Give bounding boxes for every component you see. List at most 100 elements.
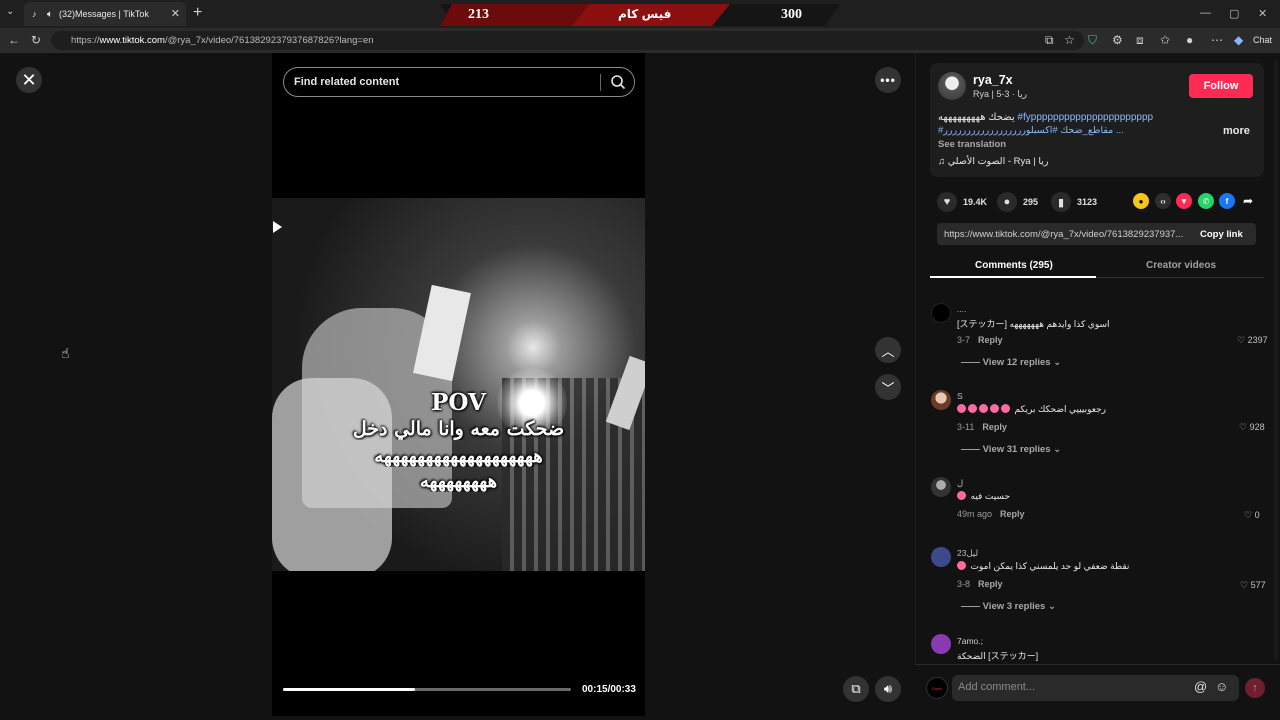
see-translation-link[interactable]: See translation [938, 139, 1006, 150]
address-bar[interactable]: https://www.tiktok.com/@rya_7x/video/761… [51, 31, 1084, 50]
maximize-icon[interactable]: ▢ [1229, 7, 1239, 20]
current-user-avatar[interactable]: Gavin [926, 677, 948, 699]
comment-meta: 3-8 Reply [957, 579, 1003, 589]
comment-placeholder: Add comment... [958, 681, 1036, 693]
copy-link-button[interactable]: Copy link [1200, 229, 1243, 240]
avatar[interactable] [931, 547, 951, 567]
video-link[interactable]: https://www.tiktok.com/@rya_7x/video/761… [944, 229, 1192, 240]
comment-text-row: رجعوبيييي اضحكك بريكم [957, 404, 1106, 415]
reply-button[interactable]: Reply [982, 422, 1007, 432]
more-icon[interactable]: ••• [875, 67, 901, 93]
comment-like[interactable]: ♡ 577 [1240, 580, 1266, 591]
view-replies-label: View 12 replies [982, 357, 1051, 368]
score-left: 213 [468, 7, 489, 22]
video-progress-bar[interactable] [283, 688, 571, 691]
scrollbar[interactable] [1274, 60, 1278, 660]
tab-list-chevron-icon[interactable]: ⌄ [6, 6, 14, 17]
avatar[interactable] [931, 390, 951, 410]
avatar[interactable] [931, 634, 951, 654]
emoji-picker-icon[interactable]: ☺ [1215, 679, 1228, 694]
search-icon[interactable] [610, 74, 626, 90]
save-button[interactable]: ▮ 3123 [1051, 192, 1097, 212]
volume-icon[interactable]: 🔊︎ [875, 676, 901, 702]
video-caption-line: هههههههههههههههههههه [374, 446, 543, 467]
comment-like[interactable]: ♡ 0 [1244, 510, 1260, 521]
video-card [413, 284, 471, 382]
window-close-icon[interactable]: ✕ [1258, 7, 1267, 20]
comment-author[interactable]: S [957, 391, 963, 401]
view-replies-button[interactable]: —— View 31 replies ⌄ [961, 444, 1061, 455]
back-icon[interactable]: ← [8, 33, 20, 47]
comment-date: 3-7 [957, 335, 971, 345]
speaker-icon[interactable]: 🔈︎ [47, 9, 53, 20]
comment-like[interactable]: ♡ 928 [1239, 422, 1265, 433]
hashtag-link[interactable]: #fypppppppppppppppppppppp [1017, 112, 1153, 123]
whatsapp-icon[interactable]: ✆ [1198, 193, 1214, 209]
hashtag-link[interactable]: #مقاطع_ضحك #اكسبلورررررررررررررررررر ... [938, 125, 1124, 136]
browser-menu-icon[interactable]: ⋯ [1211, 33, 1223, 47]
chat-label[interactable]: Chat [1253, 35, 1272, 45]
pip-icon[interactable]: ⧉ [843, 676, 869, 702]
search-input[interactable]: Find related content [283, 67, 635, 97]
shield-icon[interactable]: ⛉ [1088, 33, 1097, 48]
view-replies-label: View 31 replies [982, 444, 1051, 455]
tab-close-icon[interactable]: ✕ [171, 7, 180, 20]
favorites-icon[interactable]: ✩ [1160, 33, 1170, 47]
view-replies-button[interactable]: —— View 12 replies ⌄ [961, 357, 1061, 368]
post-comment-button[interactable]: ↑ [1245, 678, 1265, 698]
mention-icon[interactable]: @ [1194, 679, 1207, 694]
comment-input[interactable]: Add comment... @ ☺ [952, 675, 1239, 701]
like-button[interactable]: ♥ 19.4K [937, 192, 987, 212]
reply-button[interactable]: Reply [978, 579, 1003, 589]
more-button[interactable]: more [1223, 125, 1250, 137]
comment-author[interactable]: .... [957, 304, 966, 314]
music-link[interactable]: ♫ الصوت الأصلي - Rya | ريا [938, 156, 1048, 167]
follow-button[interactable]: Follow [1189, 74, 1253, 98]
facebook-icon[interactable]: f [1219, 193, 1235, 209]
avatar[interactable] [938, 72, 966, 100]
comment-count: 295 [1023, 197, 1039, 207]
comment-like-count: 2397 [1247, 335, 1268, 345]
save-count: 3123 [1077, 197, 1098, 207]
username[interactable]: rya_7x [973, 73, 1013, 87]
avatar[interactable] [931, 477, 951, 497]
emoji-icon [957, 561, 966, 570]
tab-title: (32)Messages | TikTok [59, 9, 149, 19]
comment-author[interactable]: 7amo.; [957, 636, 983, 646]
tab-creator-videos[interactable]: Creator videos [1146, 260, 1216, 271]
coin-icon[interactable]: ● [1133, 193, 1149, 209]
emoji-icon [957, 404, 966, 413]
comment-like[interactable]: ♡ 2397 [1237, 335, 1268, 346]
open-app-icon[interactable]: ⧉ [1045, 33, 1054, 48]
description-text: يضحك هههههههههه [938, 112, 1018, 123]
comment-author[interactable]: ليل23 [957, 548, 978, 559]
video-frame [272, 198, 645, 571]
profile-avatar-icon[interactable]: ● [1186, 33, 1193, 47]
refresh-icon[interactable]: ↻ [31, 33, 41, 47]
heart-outline-icon: ♡ [1244, 510, 1255, 520]
reply-button[interactable]: Reply [978, 335, 1003, 345]
send-icon[interactable]: ▼ [1176, 193, 1192, 209]
author-subline: Rya | ريا · 3-5 [973, 89, 1027, 99]
avatar[interactable] [931, 303, 951, 323]
comment-meta: 3-7 Reply [957, 335, 1003, 345]
score-right: 300 [781, 7, 802, 22]
post-description: يضحك هههههههههه #fyppppppppppppppppppppp… [938, 112, 1194, 123]
favorite-star-icon[interactable]: ☆ [1064, 33, 1075, 47]
chevron-down-icon[interactable]: ﹀ [875, 374, 901, 400]
reply-button[interactable]: Reply [1000, 509, 1025, 519]
extension-icon[interactable]: ⚙ [1112, 33, 1123, 47]
minimize-icon[interactable]: — [1200, 7, 1211, 19]
browser-tab[interactable]: ♪ 🔈︎ (32)Messages | TikTok ✕ [24, 2, 186, 26]
view-replies-button[interactable]: —— View 3 replies ⌄ [961, 601, 1056, 612]
copilot-icon[interactable]: ◆ [1234, 33, 1243, 47]
share-icon[interactable]: ➦ [1240, 193, 1256, 209]
chevron-up-icon[interactable]: ︿ [875, 337, 901, 363]
new-tab-icon[interactable]: + [193, 4, 202, 22]
comment-author[interactable]: ل [957, 478, 963, 489]
comment-button[interactable]: ● 295 [997, 192, 1038, 212]
split-screen-icon[interactable]: ⧈ [1136, 33, 1144, 48]
embed-icon[interactable]: ‹› [1155, 193, 1171, 209]
close-icon[interactable]: ✕ [16, 67, 42, 93]
tab-comments[interactable]: Comments (295) [975, 260, 1053, 271]
